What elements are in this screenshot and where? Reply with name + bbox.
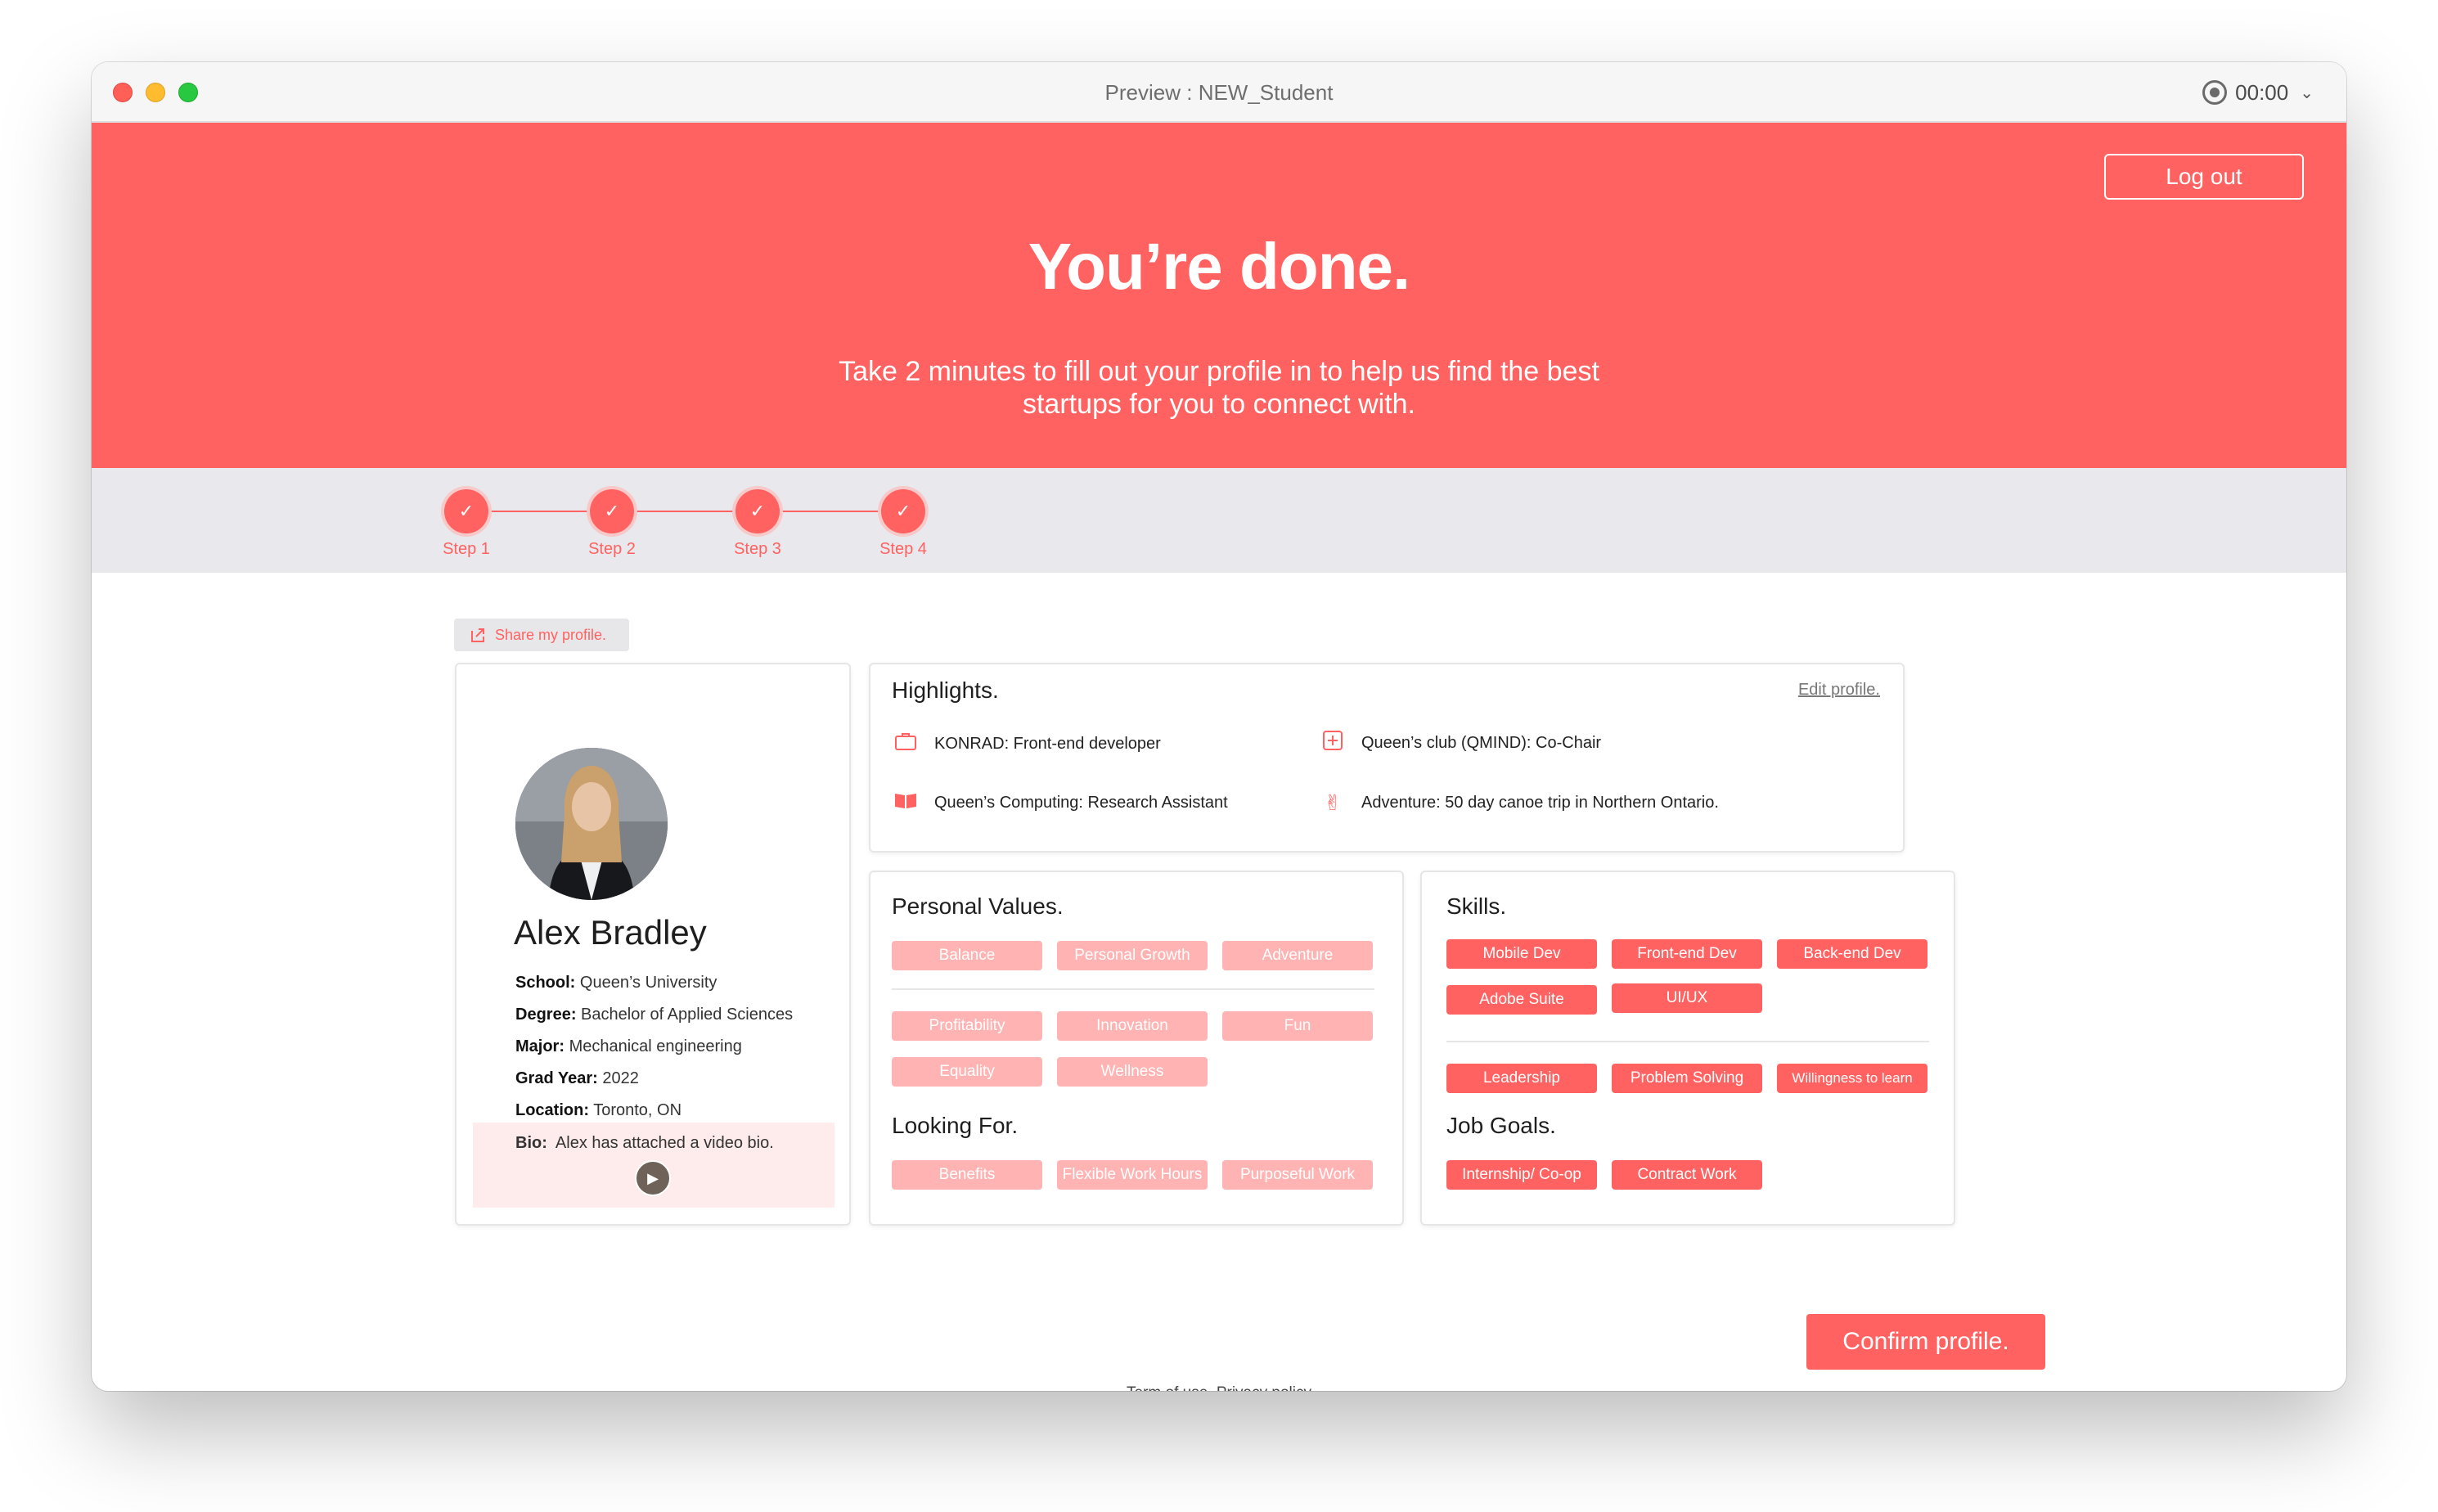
- major-value: Mechanical engineering: [569, 1037, 742, 1055]
- skill-tag[interactable]: Front-end Dev: [1612, 939, 1762, 969]
- peace-hand-icon: ✌: [1324, 790, 1342, 815]
- skill-tag[interactable]: UI/UX: [1612, 983, 1762, 1013]
- bio-box: Bio: Alex has attached a video bio. ▶: [473, 1123, 834, 1208]
- value-tag[interactable]: Balance: [892, 941, 1042, 970]
- highlight-item: Queen’s Computing: Research Assistant: [892, 790, 1228, 816]
- highlight-text: Queen’s club (QMIND): Co-Chair: [1361, 734, 1602, 752]
- degree-label: Degree:: [515, 1006, 577, 1024]
- job-goal-tag[interactable]: Contract Work: [1612, 1160, 1762, 1190]
- value-tag[interactable]: Profitability: [892, 1011, 1042, 1041]
- school-row: School: Queen’s University: [515, 974, 717, 992]
- profile-card: Alex Bradley School: Queen’s University …: [455, 663, 851, 1226]
- edit-profile-link[interactable]: Edit profile.: [1798, 681, 1880, 700]
- share-profile-button[interactable]: Share my profile.: [454, 619, 629, 651]
- footer-links[interactable]: Term of use. Privacy policy: [92, 1384, 2346, 1391]
- value-tag[interactable]: Fun: [1222, 1011, 1373, 1041]
- highlight-text: Queen’s Computing: Research Assistant: [934, 794, 1228, 812]
- major-label: Major:: [515, 1037, 565, 1055]
- degree-row: Degree: Bachelor of Applied Sciences: [515, 1006, 793, 1024]
- value-tag[interactable]: Innovation: [1057, 1011, 1208, 1041]
- grad-year-row: Grad Year: 2022: [515, 1069, 639, 1088]
- highlight-item: ✌ Adventure: 50 day canoe trip in Northe…: [1319, 790, 1719, 816]
- step-1-check-icon[interactable]: ✓: [444, 489, 488, 533]
- highlight-item: Queen’s club (QMIND): Co-Chair: [1319, 730, 1601, 757]
- window-title: Preview : NEW_Student: [1104, 80, 1334, 105]
- skill-tag[interactable]: Adobe Suite: [1446, 985, 1597, 1015]
- hero-subtitle: Take 2 minutes to fill out your profile …: [839, 356, 1599, 420]
- skill-tag[interactable]: Willingness to learn: [1777, 1064, 1927, 1093]
- step-2-check-icon[interactable]: ✓: [590, 489, 634, 533]
- highlight-text: Adventure: 50 day canoe trip in Northern…: [1361, 794, 1719, 812]
- divider: [892, 988, 1374, 990]
- personal-values-title: Personal Values.: [892, 893, 1064, 919]
- highlights-title: Highlights.: [892, 677, 999, 703]
- grad-year-value: 2022: [602, 1069, 639, 1087]
- looking-for-tag[interactable]: Benefits: [892, 1160, 1042, 1190]
- record-icon: [2202, 80, 2228, 105]
- value-tag[interactable]: Personal Growth: [1057, 941, 1208, 970]
- highlights-card: Highlights. Edit profile. KONRAD: Front-…: [869, 663, 1905, 853]
- value-tag[interactable]: Adventure: [1222, 941, 1373, 970]
- major-row: Major: Mechanical engineering: [515, 1037, 742, 1056]
- step-3-label: Step 3: [734, 540, 781, 558]
- personal-values-card: Personal Values. Balance Personal Growth…: [869, 871, 1404, 1226]
- progress-stepper: ✓ ✓ ✓ ✓ Step 1 Step 2 Step 3 Step 4: [92, 468, 2346, 573]
- hero-title: You’re done.: [1028, 230, 1411, 303]
- location-value: Toronto, ON: [593, 1101, 682, 1119]
- value-tag[interactable]: Wellness: [1057, 1057, 1208, 1087]
- grad-year-label: Grad Year:: [515, 1069, 598, 1087]
- degree-value: Bachelor of Applied Sciences: [581, 1006, 794, 1024]
- video-bio-icon[interactable]: ▶: [635, 1160, 671, 1196]
- skills-card: Skills. Mobile Dev Front-end Dev Back-en…: [1420, 871, 1955, 1226]
- briefcase-icon: [892, 731, 920, 757]
- bio-row: Bio: Alex has attached a video bio.: [515, 1134, 774, 1153]
- title-bar: Preview : NEW_Student 00:00 ⌄: [92, 62, 2346, 123]
- hero-banner: Log out You’re done. Take 2 minutes to f…: [92, 123, 2346, 468]
- step-connector: [629, 511, 740, 512]
- logout-button[interactable]: Log out: [2104, 154, 2304, 200]
- step-1-label: Step 1: [443, 540, 490, 558]
- skill-tag[interactable]: Leadership: [1446, 1064, 1597, 1093]
- skill-tag[interactable]: Problem Solving: [1612, 1064, 1762, 1093]
- looking-for-tag[interactable]: Purposeful Work: [1222, 1160, 1373, 1190]
- step-connector: [484, 511, 595, 512]
- location-row: Location: Toronto, ON: [515, 1101, 681, 1120]
- bio-value: Alex has attached a video bio.: [555, 1134, 774, 1152]
- step-connector: [775, 511, 886, 512]
- step-2-label: Step 2: [588, 540, 636, 558]
- school-label: School:: [515, 974, 576, 992]
- looking-for-tag[interactable]: Flexible Work Hours: [1057, 1160, 1208, 1190]
- recording-control[interactable]: 00:00 ⌄: [2202, 62, 2314, 123]
- chevron-down-icon[interactable]: ⌄: [2300, 83, 2314, 103]
- divider: [1446, 1041, 1929, 1042]
- step-4-check-icon[interactable]: ✓: [881, 489, 925, 533]
- location-label: Location:: [515, 1101, 589, 1119]
- school-value: Queen’s University: [579, 974, 717, 992]
- bio-label: Bio:: [515, 1134, 547, 1152]
- confirm-profile-button[interactable]: Confirm profile.: [1806, 1314, 2045, 1370]
- skill-tag[interactable]: Mobile Dev: [1446, 939, 1597, 969]
- share-profile-label: Share my profile.: [495, 626, 607, 643]
- highlight-item: KONRAD: Front-end developer: [892, 731, 1161, 757]
- step-4-label: Step 4: [879, 540, 927, 558]
- avatar: [515, 748, 668, 900]
- skills-title: Skills.: [1446, 893, 1507, 919]
- skill-tag[interactable]: Back-end Dev: [1777, 939, 1927, 969]
- profile-name: Alex Bradley: [514, 913, 707, 952]
- value-tag[interactable]: Equality: [892, 1057, 1042, 1087]
- looking-for-title: Looking For.: [892, 1113, 1019, 1138]
- plus-square-icon: [1319, 730, 1347, 757]
- book-icon: [892, 790, 920, 816]
- app-window: Preview : NEW_Student 00:00 ⌄ Log out Yo…: [92, 62, 2346, 1391]
- share-icon: [471, 628, 484, 642]
- step-3-check-icon[interactable]: ✓: [735, 489, 780, 533]
- timer-text: 00:00: [2235, 79, 2289, 105]
- job-goal-tag[interactable]: Internship/ Co-op: [1446, 1160, 1597, 1190]
- job-goals-title: Job Goals.: [1446, 1113, 1556, 1138]
- highlight-text: KONRAD: Front-end developer: [934, 735, 1161, 753]
